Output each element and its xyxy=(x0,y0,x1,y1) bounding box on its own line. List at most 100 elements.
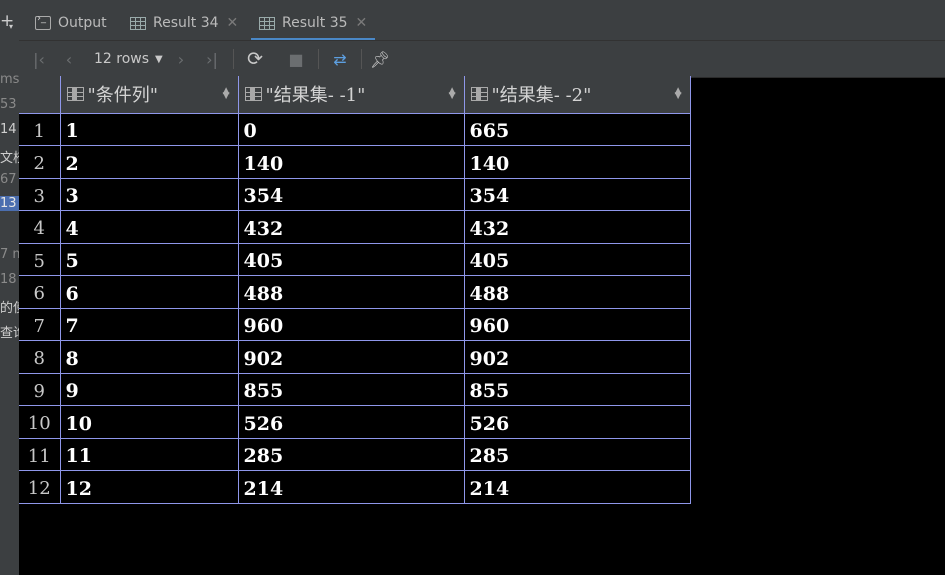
table-cell[interactable]: 140 xyxy=(238,145,465,179)
table-cell[interactable]: 9 xyxy=(60,373,239,406)
first-page-icon[interactable]: |‹ xyxy=(29,41,49,77)
compare-icon[interactable]: ⇄ xyxy=(327,41,353,77)
table-cell[interactable]: 6 xyxy=(60,275,239,309)
row-number: 4 xyxy=(19,210,61,244)
result-grid: "条件列" ▲ ▼ "结果集- -1" ▲ ▼ "结果集- -2" ▲ ▼ 1 1 0 665 2 2… xyxy=(19,76,691,504)
next-page-icon[interactable]: › xyxy=(171,41,191,77)
table-cell[interactable]: 11 xyxy=(60,438,239,471)
table-cell[interactable]: 960 xyxy=(464,308,691,341)
gutter-line: 18 xyxy=(0,272,17,287)
table-cell[interactable]: 665 xyxy=(464,113,691,146)
chevron-down-icon: ▼ xyxy=(155,53,163,65)
table-cell[interactable]: 855 xyxy=(238,373,465,406)
sort-icon[interactable]: ▲ ▼ xyxy=(449,87,456,101)
last-page-icon[interactable]: ›| xyxy=(201,41,223,77)
table-cell[interactable]: 354 xyxy=(238,178,465,211)
row-number: 9 xyxy=(19,373,61,406)
column-header[interactable]: "条件列" ▲ ▼ xyxy=(60,76,239,114)
table-row[interactable]: 2 2 140 140 xyxy=(19,145,691,179)
output-icon xyxy=(35,13,51,30)
sort-icon[interactable]: ▲ ▼ xyxy=(223,87,230,101)
table-cell[interactable]: 432 xyxy=(238,210,465,244)
gutter-line: ms xyxy=(0,72,19,87)
row-number: 3 xyxy=(19,178,61,211)
tab-label: Output xyxy=(58,15,107,31)
table-cell[interactable]: 902 xyxy=(464,340,691,374)
result-tabs: Output Result 34 ✕ Result 35 ✕ xyxy=(19,8,945,41)
close-icon[interactable]: ✕ xyxy=(227,15,239,31)
gutter-line: 14 xyxy=(0,122,17,137)
table-cell[interactable]: 960 xyxy=(238,308,465,341)
column-icon xyxy=(244,87,262,102)
add-icon[interactable]: + ▾ xyxy=(0,10,16,32)
row-number: 11 xyxy=(19,438,61,471)
row-number: 8 xyxy=(19,340,61,374)
table-row[interactable]: 8 8 902 902 xyxy=(19,340,691,374)
table-cell[interactable]: 1 xyxy=(60,113,239,146)
table-cell[interactable]: 285 xyxy=(238,438,465,471)
table-cell[interactable]: 354 xyxy=(464,178,691,211)
gutter-line: 13 xyxy=(0,196,19,211)
table-cell[interactable]: 214 xyxy=(238,470,465,504)
result-toolbar: |‹ ‹ 12 rows ▼ › ›| ⟳ ■ ⇄ 📌︎ xyxy=(19,40,945,78)
toolbar-separator xyxy=(361,49,362,69)
previous-page-icon[interactable]: ‹ xyxy=(59,41,79,77)
table-row[interactable]: 10 10 526 526 xyxy=(19,405,691,439)
table-row[interactable]: 1 1 0 665 xyxy=(19,113,691,146)
gutter-line: 文校 xyxy=(0,151,19,166)
table-row[interactable]: 6 6 488 488 xyxy=(19,275,691,309)
tab-output[interactable]: Output xyxy=(35,8,107,38)
column-icon xyxy=(66,87,84,102)
table-row[interactable]: 5 5 405 405 xyxy=(19,243,691,276)
tab-result-35[interactable]: Result 35 ✕ xyxy=(251,8,376,41)
gutter-line: 的使 xyxy=(0,301,19,316)
close-icon[interactable]: ✕ xyxy=(356,15,368,31)
column-icon xyxy=(470,87,488,102)
table-row[interactable]: 7 7 960 960 xyxy=(19,308,691,341)
row-count-label: 12 rows xyxy=(94,51,150,67)
table-cell[interactable]: 7 xyxy=(60,308,239,341)
table-row[interactable]: 3 3 354 354 xyxy=(19,178,691,211)
sort-icon[interactable]: ▲ ▼ xyxy=(675,87,682,101)
table-cell[interactable]: 10 xyxy=(60,405,239,439)
gutter-line: 67 xyxy=(0,172,17,187)
row-number: 12 xyxy=(19,470,61,504)
table-cell[interactable]: 488 xyxy=(238,275,465,309)
tab-result-34[interactable]: Result 34 ✕ xyxy=(130,8,238,38)
table-cell[interactable]: 902 xyxy=(238,340,465,374)
pin-icon[interactable]: 📌︎ xyxy=(369,41,391,77)
table-row[interactable]: 9 9 855 855 xyxy=(19,373,691,406)
table-row[interactable]: 12 12 214 214 xyxy=(19,470,691,504)
table-cell[interactable]: 8 xyxy=(60,340,239,374)
row-number: 1 xyxy=(19,113,61,146)
table-cell[interactable]: 285 xyxy=(464,438,691,471)
table-cell[interactable]: 432 xyxy=(464,210,691,244)
row-count-dropdown[interactable]: 12 rows ▼ xyxy=(94,41,163,77)
table-cell[interactable]: 5 xyxy=(60,243,239,276)
table-cell[interactable]: 526 xyxy=(464,405,691,439)
column-header[interactable]: "结果集- -2" ▲ ▼ xyxy=(464,76,691,114)
tab-label: Result 35 xyxy=(282,15,348,31)
grid-corner[interactable] xyxy=(19,76,61,114)
column-header[interactable]: "结果集- -1" ▲ ▼ xyxy=(238,76,465,114)
table-cell[interactable]: 3 xyxy=(60,178,239,211)
table-cell[interactable]: 4 xyxy=(60,210,239,244)
toolbar-separator xyxy=(318,49,319,69)
table-cell[interactable]: 140 xyxy=(464,145,691,179)
table-cell[interactable]: 526 xyxy=(238,405,465,439)
table-cell[interactable]: 12 xyxy=(60,470,239,504)
refresh-icon[interactable]: ⟳ xyxy=(244,41,266,77)
column-title: "结果集- -2" xyxy=(491,85,592,107)
table-cell[interactable]: 214 xyxy=(464,470,691,504)
table-row[interactable]: 4 4 432 432 xyxy=(19,210,691,244)
gutter-line: 53 xyxy=(0,97,17,112)
table-cell[interactable]: 0 xyxy=(238,113,465,146)
row-number: 2 xyxy=(19,145,61,179)
table-row[interactable]: 11 11 285 285 xyxy=(19,438,691,471)
table-cell[interactable]: 2 xyxy=(60,145,239,179)
table-cell[interactable]: 405 xyxy=(238,243,465,276)
stop-icon[interactable]: ■ xyxy=(286,41,306,77)
table-cell[interactable]: 488 xyxy=(464,275,691,309)
table-cell[interactable]: 405 xyxy=(464,243,691,276)
table-cell[interactable]: 855 xyxy=(464,373,691,406)
